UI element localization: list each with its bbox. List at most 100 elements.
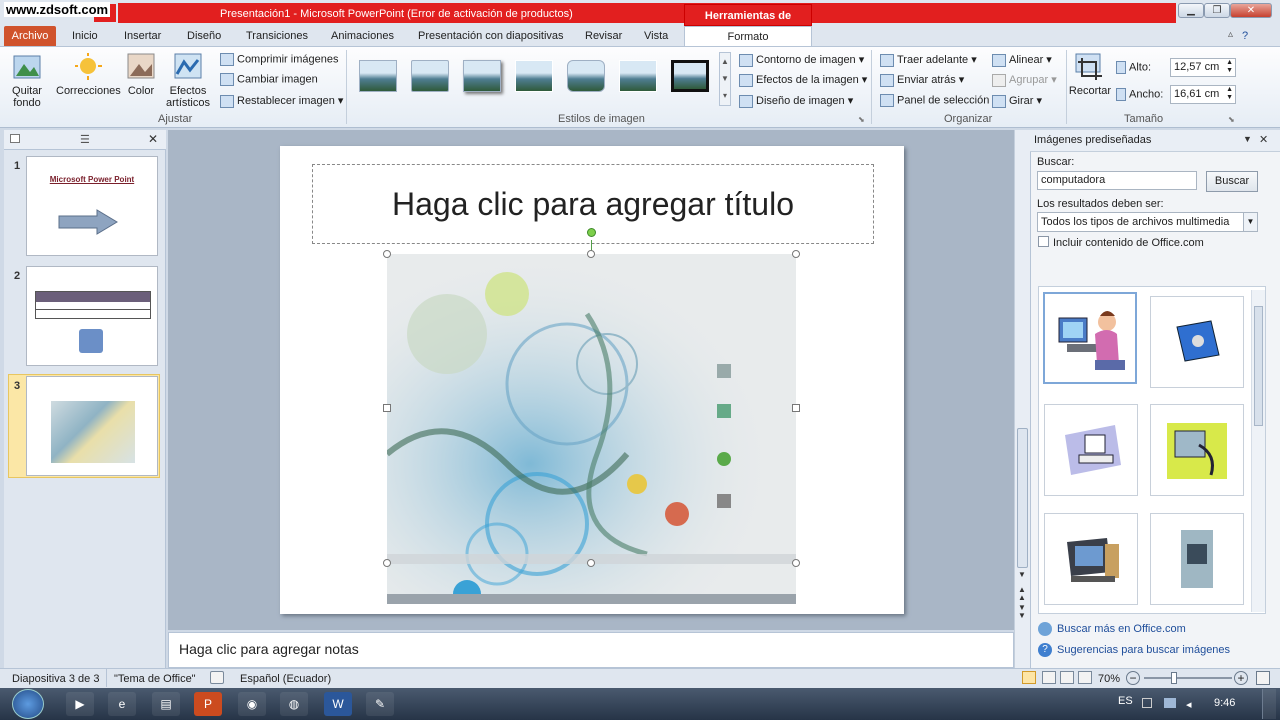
recortar-button[interactable]: Recortar (1068, 85, 1112, 97)
girar-button[interactable]: Girar ▾ (992, 94, 1042, 108)
include-office-checkbox[interactable] (1038, 236, 1049, 247)
tab-vista[interactable]: Vista (644, 30, 668, 42)
results-scroll-thumb[interactable] (1254, 306, 1263, 426)
picture-style-1[interactable] (359, 60, 397, 92)
slideshow-view-icon[interactable] (1078, 671, 1092, 684)
slide-thumbnail-3[interactable] (26, 376, 158, 476)
zoom-slider[interactable] (1144, 677, 1232, 679)
help-icon[interactable]: ? (1242, 30, 1248, 42)
picture-style-6[interactable] (619, 60, 657, 92)
clock[interactable]: 9:46 (1214, 697, 1235, 709)
dialog-launcher-icon[interactable]: ⬊ (858, 115, 865, 124)
picture-style-7[interactable] (671, 60, 709, 92)
flag-icon[interactable] (1142, 698, 1152, 708)
tab-archivo[interactable]: Archivo (4, 26, 56, 46)
corrections-sun-icon[interactable] (72, 52, 104, 82)
traer-adelante-button[interactable]: Traer adelante ▾ (880, 53, 977, 67)
panel-seleccion-button[interactable]: Panel de selección (880, 94, 989, 107)
media-type-select[interactable]: Todos los tipos de archivos multimedia ▼ (1037, 212, 1258, 232)
picture-style-2[interactable] (411, 60, 449, 92)
slides-tab-icon[interactable] (10, 134, 20, 143)
width-input[interactable]: 16,61 cm ▲ ▼ (1170, 85, 1236, 104)
resize-handle-n[interactable] (587, 250, 595, 258)
resize-handle-se[interactable] (792, 559, 800, 567)
spelling-check-icon[interactable] (210, 671, 224, 684)
powerpoint-taskbar-icon[interactable]: P (194, 692, 222, 716)
zoom-level[interactable]: 70% (1098, 673, 1120, 685)
zoom-slider-thumb[interactable] (1171, 672, 1177, 684)
minimize-button[interactable]: ▁ (1178, 3, 1204, 18)
tab-transiciones[interactable]: Transiciones (246, 30, 308, 42)
volume-icon[interactable]: ◂ (1186, 698, 1192, 711)
remove-background-icon[interactable] (12, 52, 42, 82)
close-pane-icon[interactable]: ✕ (148, 132, 158, 146)
clipart-result-2[interactable] (1150, 296, 1244, 388)
height-spinner-icon[interactable]: ▲ ▼ (1226, 59, 1233, 75)
chrome-icon[interactable]: ◉ (238, 692, 266, 716)
color-icon[interactable] (127, 52, 155, 82)
crop-icon[interactable] (1074, 52, 1104, 82)
prev-slide-icon[interactable]: ▲ ▲ (1018, 586, 1026, 602)
input-language[interactable]: ES (1118, 695, 1133, 707)
buscar-button[interactable]: Buscar (1206, 171, 1258, 192)
enviar-atras-button[interactable]: Enviar atrás ▾ (880, 73, 964, 87)
resize-handle-sw[interactable] (383, 559, 391, 567)
tab-diseno[interactable]: Diseño (187, 30, 221, 42)
correcciones-button[interactable]: Correcciones (56, 85, 121, 97)
tab-animaciones[interactable]: Animaciones (331, 30, 394, 42)
size-dialog-launcher-icon[interactable]: ⬊ (1228, 115, 1235, 124)
media-player-icon[interactable]: ▶ (66, 692, 94, 716)
show-desktop-button[interactable] (1262, 689, 1276, 719)
chevron-down-icon[interactable]: ▼ (1243, 213, 1257, 231)
clipart-result-3[interactable] (1044, 404, 1138, 496)
internet-explorer-icon[interactable]: e (108, 692, 136, 716)
clipart-result-1[interactable] (1043, 292, 1137, 384)
picture-style-5[interactable] (567, 60, 605, 92)
reading-view-icon[interactable] (1060, 671, 1074, 684)
quitar-fondo-button[interactable]: Quitar fondo (8, 85, 46, 109)
cambiar-button[interactable]: Cambiar imagen (220, 73, 318, 86)
slide-thumbnail-1[interactable]: Microsoft Power Point (26, 156, 158, 256)
tab-formato[interactable]: Formato (684, 26, 812, 47)
sugerencias-link[interactable]: Sugerencias para buscar imágenes (1057, 644, 1230, 656)
tab-insertar[interactable]: Insertar (124, 30, 161, 42)
theme-name[interactable]: "Tema de Office" (114, 673, 196, 685)
outline-tab-icon[interactable]: ☰ (80, 133, 90, 146)
close-button[interactable]: ✕ (1230, 3, 1272, 18)
network-icon[interactable] (1164, 698, 1176, 708)
app-taskbar-icon[interactable]: ✎ (366, 692, 394, 716)
firefox-icon[interactable]: ◍ (280, 692, 308, 716)
pane-options-icon[interactable]: ▼ (1243, 134, 1252, 144)
language[interactable]: Español (Ecuador) (240, 673, 331, 685)
resize-handle-w[interactable] (383, 404, 391, 412)
artistic-effects-icon[interactable] (174, 52, 202, 82)
clipart-result-4[interactable] (1150, 404, 1244, 496)
notes-pane[interactable]: Haga clic para agregar notas (168, 632, 1014, 668)
word-taskbar-icon[interactable]: W (324, 692, 352, 716)
scroll-thumb[interactable] (1017, 428, 1028, 568)
contorno-button[interactable]: Contorno de imagen ▾ (739, 53, 864, 67)
clipart-result-5[interactable] (1044, 513, 1138, 605)
resize-handle-nw[interactable] (383, 250, 391, 258)
rotation-handle[interactable] (587, 228, 596, 237)
styles-gallery-scroll[interactable]: ▲ ▼ ▾ (719, 52, 731, 106)
alinear-button[interactable]: Alinear ▾ (992, 53, 1052, 67)
tab-inicio[interactable]: Inicio (72, 30, 98, 42)
scroll-down-icon[interactable]: ▼ (1018, 570, 1026, 579)
width-spinner-icon[interactable]: ▲ ▼ (1226, 86, 1233, 102)
inserted-picture[interactable] (387, 254, 796, 604)
restablecer-button[interactable]: Restablecer imagen ▾ (220, 94, 343, 108)
next-slide-icon[interactable]: ▼ ▼ (1018, 604, 1026, 620)
efectos-artisticos-button[interactable]: Efectos artísticos (160, 85, 216, 109)
clipart-search-input[interactable]: computadora (1037, 171, 1197, 190)
agrupar-button[interactable]: Agrupar ▾ (992, 73, 1057, 87)
normal-view-icon[interactable] (1022, 671, 1036, 684)
efectos-imagen-button[interactable]: Efectos de la imagen ▾ (739, 73, 867, 87)
height-input[interactable]: 12,57 cm ▲ ▼ (1170, 58, 1236, 77)
resize-handle-ne[interactable] (792, 250, 800, 258)
comprimir-button[interactable]: Comprimir imágenes (220, 53, 338, 66)
buscar-mas-link[interactable]: Buscar más en Office.com (1057, 623, 1186, 635)
tab-presentacion[interactable]: Presentación con diapositivas (418, 30, 564, 42)
zoom-out-icon[interactable]: − (1126, 671, 1140, 685)
start-button[interactable] (12, 689, 44, 719)
